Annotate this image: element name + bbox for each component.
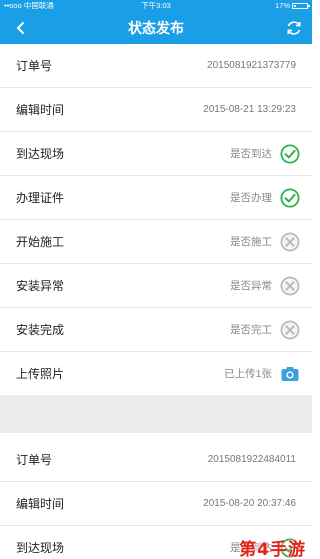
order-number-row: 订单号 2015081922484011 [0,438,312,482]
top-bar: ••ooo 中国联通 下午3:03 17% 状态发布 [0,0,312,44]
cross-circle-icon[interactable] [280,276,300,296]
step-row-complete[interactable]: 安装完成 是否完工 [0,308,312,352]
page-title: 状态发布 [128,20,184,36]
battery-status: 17% [274,0,310,12]
check-circle-icon[interactable] [280,144,300,164]
upload-photo-label: 上传照片 [16,367,65,381]
step-row-exception[interactable]: 安装异常 是否异常 [0,264,312,308]
step-row-arrive[interactable]: 到达现场 是否到达 [0,132,312,176]
cross-circle-icon[interactable] [280,232,300,252]
navigation-bar: 状态发布 [0,12,312,44]
refresh-icon [287,21,301,35]
step-label: 到达现场 [16,541,65,555]
upload-photo-row[interactable]: 上传照片 已上传1张 [0,352,312,396]
edit-time-label: 编辑时间 [16,103,65,117]
upload-photo-count: 已上传1张 [224,368,272,380]
edit-time-value: 2015-08-20 20:37:46 [203,498,296,509]
step-value: 是否异常 [230,280,272,292]
step-value: 是否到达 [230,148,272,160]
order-number-value: 2015081921373779 [207,60,296,71]
battery-icon [292,3,310,9]
order-number-label: 订单号 [16,59,53,73]
step-row-certificate[interactable]: 办理证件 是否办理 [0,176,312,220]
status-time: 下午3:03 [141,1,171,10]
battery-percent: 17% [274,1,290,10]
order-number-row: 订单号 2015081921373779 [0,44,312,88]
edit-time-value: 2015-08-21 13:29:23 [203,104,296,115]
step-row-construction[interactable]: 开始施工 是否施工 [0,220,312,264]
step-value: 是否完工 [230,324,272,336]
order-card: 订单号 2015081921373779 编辑时间 2015-08-21 13:… [0,44,312,396]
status-bar: ••ooo 中国联通 下午3:03 17% [0,0,312,12]
order-number-value: 2015081922484011 [207,454,296,465]
edit-time-row: 编辑时间 2015-08-20 20:37:46 [0,482,312,526]
check-circle-icon[interactable] [280,188,300,208]
step-label: 安装异常 [16,279,65,293]
step-value: 是否办理 [230,192,272,204]
step-label: 办理证件 [16,191,65,205]
camera-icon[interactable] [280,364,300,384]
refresh-button[interactable] [284,18,304,38]
cross-circle-icon[interactable] [280,320,300,340]
watermark-logo: 第4手游 [239,540,306,559]
edit-time-row: 编辑时间 2015-08-21 13:29:23 [0,88,312,132]
step-label: 安装完成 [16,323,65,337]
step-value: 是否施工 [230,236,272,248]
edit-time-label: 编辑时间 [16,497,65,511]
order-number-label: 订单号 [16,453,53,467]
section-divider [0,395,312,433]
step-label: 开始施工 [16,235,65,249]
step-label: 到达现场 [16,147,65,161]
